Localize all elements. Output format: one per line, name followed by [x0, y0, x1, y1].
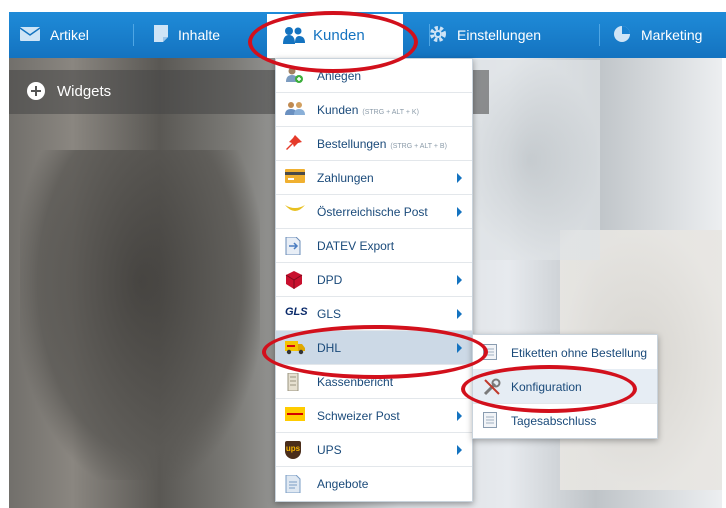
ups-logo-icon: ups — [285, 441, 301, 459]
menu-item-kassenbericht[interactable]: Kassenbericht — [276, 365, 472, 399]
submenu-item-label: Etiketten ohne Bestellung — [511, 346, 648, 360]
add-user-icon — [285, 67, 303, 83]
cash-register-icon — [285, 372, 303, 392]
menu-item-label: Kassenbericht — [317, 375, 394, 389]
menu-item-datev-export[interactable]: DATEV Export — [276, 229, 472, 263]
menu-item-dpd[interactable]: DPD — [276, 263, 472, 297]
mail-icon — [19, 26, 41, 44]
submenu-item-tagesabschluss[interactable]: Tagesabschluss — [473, 403, 657, 437]
menu-item-label: Zahlungen — [317, 171, 374, 185]
menu-item-zahlungen[interactable]: Zahlungen — [276, 161, 472, 195]
pie-chart-icon — [613, 25, 631, 46]
shortcut-hint: (STRG + ALT + B) — [390, 143, 447, 150]
gear-icon — [429, 25, 447, 46]
menu-item-label: UPS — [317, 443, 342, 457]
offer-document-icon — [285, 474, 303, 494]
submenu-item-label: Tagesabschluss — [511, 414, 597, 428]
document-icon — [154, 25, 168, 45]
menu-item-label: DPD — [317, 273, 343, 287]
submenu-item-etiketten-ohne-bestellung[interactable]: Etiketten ohne Bestellung — [473, 335, 657, 370]
shortcut-hint: (STRG + ALT + K) — [362, 109, 419, 116]
submenu-arrow-icon — [457, 309, 462, 319]
menu-item-ups[interactable]: ups UPS — [276, 433, 472, 467]
swiss-post-icon — [285, 407, 305, 423]
menu-item-label: Anlegen — [317, 69, 362, 83]
menu-item-anlegen[interactable]: Anlegen — [276, 59, 472, 93]
nav-item-marketing[interactable]: Marketing — [613, 12, 702, 58]
menu-item-kunden[interactable]: Kunden (STRG + ALT + K) — [276, 93, 472, 127]
users-icon — [283, 26, 305, 49]
menu-item-label: DHL — [317, 341, 342, 355]
menu-item-label: Kunden — [317, 103, 359, 117]
nav-label: Einstellungen — [457, 27, 542, 43]
menu-item-label: Angebote — [317, 477, 369, 491]
export-document-icon — [285, 236, 303, 256]
nav-label: Marketing — [641, 27, 703, 43]
right-frame — [722, 58, 726, 508]
widgets-label: Widgets — [57, 83, 112, 100]
menu-item-gls[interactable]: GLS GLS — [276, 297, 472, 331]
customers-icon — [285, 101, 305, 117]
nav-label: Artikel — [50, 27, 89, 43]
dpd-cube-icon — [285, 271, 303, 289]
nav-label: Inhalte — [178, 27, 221, 43]
menu-item-bestellungen[interactable]: Bestellungen (STRG + ALT + B) — [276, 127, 472, 161]
submenu-arrow-icon — [457, 275, 462, 285]
submenu-arrow-icon — [457, 173, 462, 183]
submenu-arrow-icon — [457, 343, 462, 353]
add-circle-icon — [27, 82, 45, 100]
menu-item-label: Bestellungen — [317, 137, 387, 151]
menu-item-label: GLS — [317, 307, 342, 321]
nav-item-inhalte[interactable]: Inhalte — [154, 12, 220, 58]
document-icon — [483, 344, 497, 360]
menu-item-oesterreichische-post[interactable]: Österreichische Post — [276, 195, 472, 229]
submenu-arrow-icon — [457, 411, 462, 421]
menu-item-schweizer-post[interactable]: Schweizer Post — [276, 399, 472, 433]
gls-logo-icon: GLS — [285, 306, 308, 318]
menu-item-angebote[interactable]: Angebote — [276, 467, 472, 500]
submenu-item-konfiguration[interactable]: Konfiguration — [473, 369, 657, 404]
menu-item-dhl[interactable]: DHL — [276, 331, 472, 365]
dhl-truck-icon — [285, 339, 305, 355]
pin-icon — [285, 135, 303, 151]
credit-card-icon — [285, 169, 305, 185]
document-icon — [483, 412, 497, 428]
submenu-arrow-icon — [457, 445, 462, 455]
nav-label: Kunden — [313, 27, 365, 44]
nav-item-einstellungen[interactable]: Einstellungen — [429, 12, 541, 58]
post-horn-icon — [285, 203, 305, 219]
kunden-dropdown-menu: Anlegen Kunden (STRG + ALT + K) Bestellun… — [275, 58, 473, 502]
nav-item-kunden[interactable]: Kunden — [267, 14, 403, 58]
menu-item-label: Österreichische Post — [317, 205, 428, 219]
left-frame — [0, 58, 9, 508]
wrench-screwdriver-icon — [483, 378, 501, 396]
dhl-submenu: Etiketten ohne Bestellung Konfiguration … — [472, 334, 658, 439]
submenu-item-label: Konfiguration — [511, 380, 582, 394]
menu-item-label: DATEV Export — [317, 239, 395, 253]
submenu-arrow-icon — [457, 207, 462, 217]
nav-item-artikel[interactable]: Artikel — [19, 12, 89, 58]
menu-item-label: Schweizer Post — [317, 409, 400, 423]
